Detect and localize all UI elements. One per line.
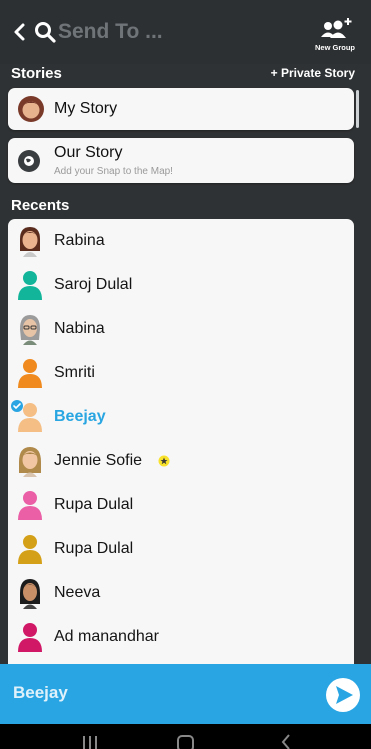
default-avatar-icon [18, 359, 42, 388]
system-back-icon[interactable] [278, 732, 294, 749]
bitmoji-avatar-icon [19, 447, 41, 477]
recents-heading: Recents [11, 197, 70, 214]
recent-item-name: Rupa Dulal [54, 496, 134, 513]
bitmoji-avatar-icon [20, 579, 40, 609]
recent-item-name: Nabina [54, 320, 105, 337]
recent-item-saroj-dulal[interactable]: Saroj Dulal [8, 263, 354, 307]
recent-item-rabina[interactable]: Rabina [8, 219, 354, 263]
recent-item-ad-manandhar[interactable]: Ad manandhar [8, 615, 354, 659]
recent-item-rupa-dulal[interactable]: Rupa Dulal [8, 483, 354, 527]
stories-heading: Stories [11, 65, 62, 82]
default-avatar-icon [18, 491, 42, 520]
bitmoji-avatar-icon [20, 315, 40, 345]
recent-item-name: Neeva [54, 584, 101, 601]
scrollbar[interactable] [356, 90, 359, 128]
default-avatar-icon [18, 271, 42, 300]
default-avatar-icon [18, 623, 42, 652]
back-arrow-icon[interactable] [10, 22, 30, 42]
recent-item-beejay[interactable]: Beejay [8, 395, 354, 439]
my-story-label: My Story [54, 100, 118, 117]
search-input[interactable] [58, 16, 278, 48]
globe-icon [18, 150, 40, 172]
new-group-button[interactable]: New Group [310, 18, 360, 56]
our-story-subtitle: Add your Snap to the Map! [54, 166, 173, 177]
recent-item-name: Saroj Dulal [54, 276, 133, 293]
private-story-button[interactable]: + Private Story [271, 66, 355, 80]
recent-item-name: Beejay [54, 408, 106, 425]
our-story-row[interactable]: Our Story Add your Snap to the Map! [8, 138, 354, 183]
recent-item-name: Jennie Sofie [54, 452, 143, 469]
recent-item-jennie-sofie[interactable]: Jennie Sofie [8, 439, 354, 483]
default-avatar-icon [18, 535, 42, 564]
selected-check-icon [11, 400, 23, 412]
home-icon[interactable] [176, 732, 196, 749]
recent-item-name: Ad manandhar [54, 628, 159, 645]
recent-item-name: Rupa Dulal [54, 540, 134, 557]
send-button[interactable] [325, 677, 361, 713]
star-emoji-icon [158, 455, 170, 467]
our-story-label: Our Story [54, 144, 123, 161]
my-story-row[interactable]: My Story [8, 88, 354, 130]
recent-item-name: Rabina [54, 232, 105, 249]
recent-item-nabina[interactable]: Nabina [8, 307, 354, 351]
my-story-avatar-icon [18, 96, 44, 122]
bitmoji-avatar-icon [20, 227, 40, 257]
new-group-label: New Group [314, 43, 355, 52]
recent-item-name: Smriti [54, 364, 95, 381]
recent-item-neeva[interactable]: Neeva [8, 571, 354, 615]
search-icon [35, 22, 56, 43]
new-group-icon [321, 18, 352, 38]
top-bar: New Group [0, 0, 371, 64]
recent-item-rupa-dulal-2[interactable]: Rupa Dulal [8, 527, 354, 571]
recents-list: Rabina Saroj Dulal Nabina Smriti Beejay … [8, 219, 354, 669]
send-to-bar: Beejay [0, 664, 371, 724]
system-navigation-bar [0, 724, 371, 749]
recent-apps-icon[interactable] [80, 732, 100, 749]
recent-item-smriti[interactable]: Smriti [8, 351, 354, 395]
selected-recipients: Beejay [13, 683, 68, 702]
